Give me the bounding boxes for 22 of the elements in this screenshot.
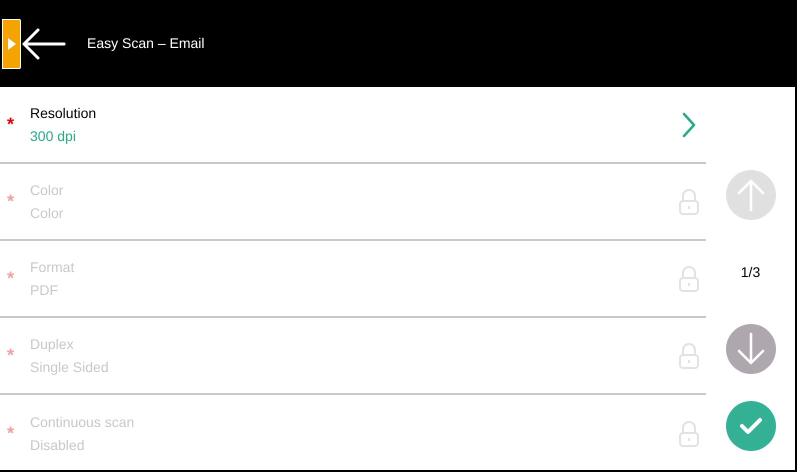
screen-title: Easy Scan – Email bbox=[87, 34, 204, 53]
back-arrow-icon bbox=[22, 28, 66, 60]
setting-label: Resolution bbox=[30, 104, 98, 122]
setting-row[interactable]: * Resolution 300 dpi bbox=[0, 87, 706, 164]
scroll-down-button[interactable] bbox=[726, 324, 776, 374]
required-asterisk: * bbox=[7, 190, 14, 213]
confirm-button[interactable] bbox=[726, 401, 776, 451]
required-asterisk: * bbox=[7, 344, 14, 367]
required-asterisk: * bbox=[7, 267, 14, 290]
chevron-right-icon bbox=[682, 112, 696, 138]
required-asterisk: * bbox=[7, 422, 14, 445]
lock-icon bbox=[678, 188, 700, 214]
setting-value: 300 dpi bbox=[30, 126, 77, 146]
required-asterisk: * bbox=[7, 113, 14, 136]
lock-icon bbox=[678, 266, 700, 292]
arrow-up-icon bbox=[736, 178, 766, 212]
lock-icon bbox=[678, 420, 700, 446]
checkmark-icon bbox=[738, 417, 762, 435]
lock-icon bbox=[678, 342, 700, 368]
page-indicator: 1/3 bbox=[740, 262, 760, 282]
play-icon bbox=[8, 38, 16, 50]
arrow-down-icon bbox=[736, 332, 766, 366]
